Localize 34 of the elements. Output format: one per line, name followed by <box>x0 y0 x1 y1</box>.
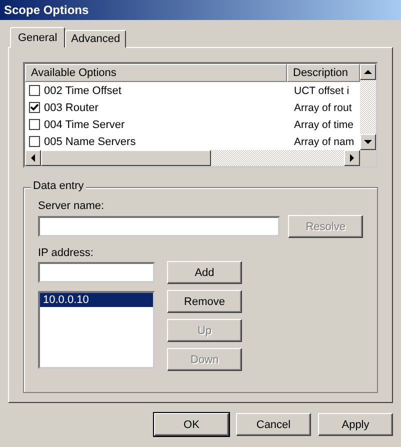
option-name: 003 Router <box>44 102 98 114</box>
option-name: 002 Time Offset <box>44 84 122 96</box>
group-title: Data entry <box>31 180 86 192</box>
dialog-button[interactable]: Cancel <box>236 413 311 436</box>
horizontal-scrollbar[interactable] <box>25 150 360 166</box>
option-description: Array of nam <box>293 136 356 148</box>
option-description: Array of time <box>293 118 355 130</box>
column-header[interactable]: Available Options <box>25 64 287 82</box>
vertical-scrollbar[interactable] <box>360 64 376 166</box>
option-name: 004 Time Server <box>44 118 125 130</box>
option-description: Array of rout <box>293 102 353 114</box>
tab[interactable]: Advanced <box>65 30 126 48</box>
down-arrow-icon <box>364 139 372 145</box>
ip-list-item[interactable]: 10.0.0.10 <box>40 293 153 307</box>
checkbox[interactable] <box>29 119 40 130</box>
action-button[interactable]: Remove <box>167 290 242 313</box>
checkbox[interactable] <box>29 102 40 113</box>
action-button[interactable]: Add <box>167 261 242 284</box>
up-arrow-icon <box>364 69 372 75</box>
dialog-button[interactable]: Apply <box>318 413 393 436</box>
column-header[interactable]: Description <box>287 64 360 82</box>
right-arrow-icon <box>349 154 355 162</box>
tab[interactable]: General <box>10 27 66 48</box>
server-name-field[interactable] <box>38 216 280 237</box>
left-arrow-icon <box>30 154 36 162</box>
ip-address-field[interactable] <box>38 262 155 283</box>
dialog-button[interactable]: OK <box>154 413 229 436</box>
window-title: Scope Options <box>4 3 89 17</box>
field-label: IP address: <box>38 247 94 259</box>
option-description: UCT offset i <box>293 84 350 96</box>
field-label: Server name: <box>38 200 106 212</box>
checkbox[interactable] <box>29 85 40 96</box>
option-name: 005 Name Servers <box>44 136 136 148</box>
checkbox[interactable] <box>29 136 40 147</box>
